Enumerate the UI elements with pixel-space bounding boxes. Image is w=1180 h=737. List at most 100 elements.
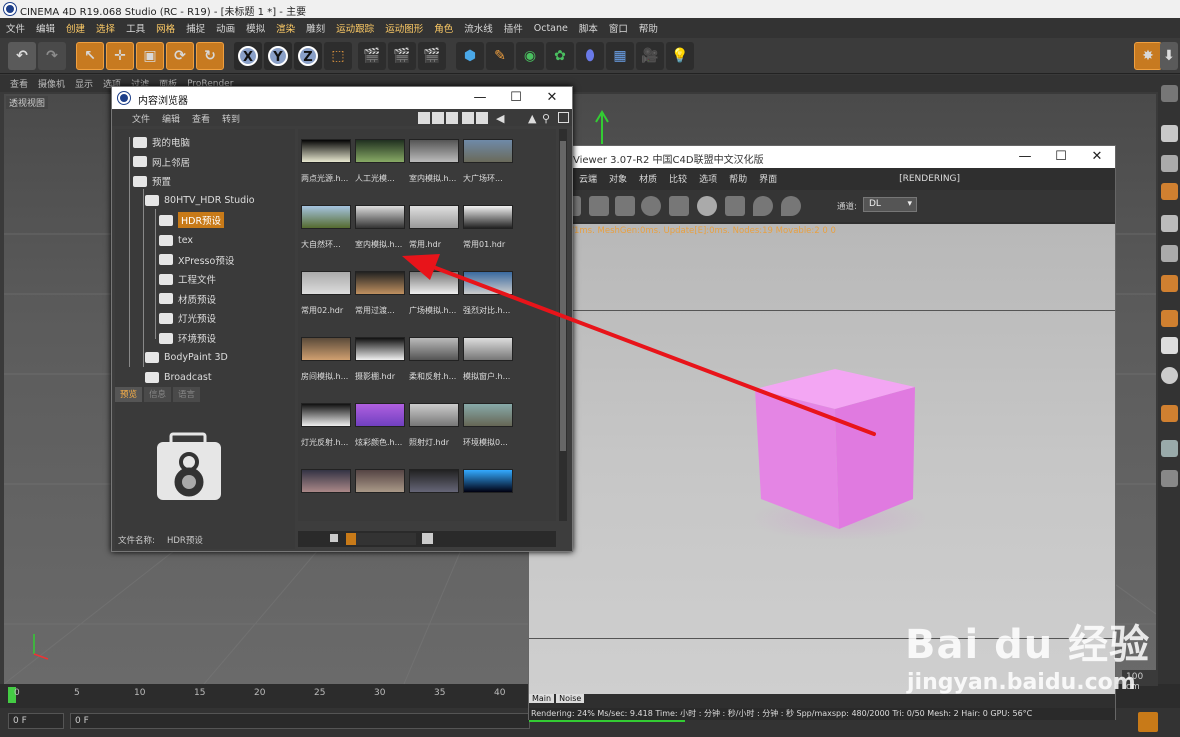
tree-item[interactable]: 80HTV_HDR Studio bbox=[145, 192, 255, 210]
hdr-preset-item[interactable]: 大自然环... bbox=[301, 205, 355, 250]
palette-cube-icon[interactable] bbox=[1161, 125, 1178, 142]
menu-item[interactable]: 插件 bbox=[504, 21, 523, 35]
render-menu-item[interactable]: 选项 bbox=[699, 172, 717, 185]
hdr-preset-item[interactable]: 房间模拟.h... bbox=[301, 337, 355, 382]
hdr-preset-item[interactable]: 炫彩颜色.h... bbox=[355, 403, 409, 448]
browser-maximize-button[interactable]: ☐ bbox=[498, 87, 534, 109]
hdr-preset-item[interactable] bbox=[301, 469, 355, 503]
menu-item[interactable]: 脚本 bbox=[579, 21, 598, 35]
menu-item[interactable]: 渲染 bbox=[276, 21, 295, 35]
array-icon[interactable]: ✿ bbox=[546, 42, 574, 70]
menu-item[interactable]: 模拟 bbox=[246, 21, 265, 35]
hdr-preset-item[interactable]: 人工光模... bbox=[355, 139, 409, 184]
start-frame-field[interactable]: 0 F bbox=[8, 713, 64, 729]
cube-object-icon[interactable]: ⬢ bbox=[456, 42, 484, 70]
tab-language[interactable]: 语言 bbox=[173, 387, 201, 402]
palette-grid-icon[interactable] bbox=[1161, 440, 1178, 457]
hdr-preset-item[interactable] bbox=[463, 469, 517, 503]
render-view-icon[interactable]: 🎬 bbox=[358, 42, 386, 70]
hdr-preset-item[interactable]: 模拟窗户.h... bbox=[463, 337, 517, 382]
tree-item[interactable]: Broadcast bbox=[145, 368, 212, 386]
expand-icon[interactable] bbox=[558, 112, 569, 123]
hdr-preset-item[interactable]: 大广场环... bbox=[463, 139, 517, 184]
deformer-icon[interactable]: ⬮ bbox=[576, 42, 604, 70]
tree-item[interactable]: 灯光预设 bbox=[159, 309, 216, 327]
subdivision-icon[interactable]: ◉ bbox=[516, 42, 544, 70]
current-frame-field[interactable]: 0 F bbox=[70, 713, 530, 729]
hdr-preset-item[interactable]: 环境模拟0... bbox=[463, 403, 517, 448]
browser-menu-item[interactable]: 转到 bbox=[222, 112, 240, 125]
palette-polygons-icon[interactable] bbox=[1161, 215, 1178, 232]
layout-menu-icon[interactable]: ⬇ bbox=[1160, 42, 1178, 70]
menu-item[interactable]: 雕刻 bbox=[306, 21, 325, 35]
recent-tool-icon[interactable]: ↻ bbox=[196, 42, 224, 70]
hdr-preset-item[interactable]: 灯光反射.h... bbox=[301, 403, 355, 448]
move-tool-icon[interactable]: ✛ bbox=[106, 42, 134, 70]
menu-item[interactable]: 文件 bbox=[6, 21, 25, 35]
render-menu-item[interactable]: 帮助 bbox=[729, 172, 747, 185]
tree-item[interactable]: BodyPaint 3D bbox=[145, 349, 228, 367]
render-material-ball-icon[interactable] bbox=[697, 196, 717, 216]
render-restart-icon[interactable] bbox=[615, 196, 635, 216]
render-tab-main[interactable]: Main bbox=[529, 694, 555, 703]
menu-item[interactable]: 创建 bbox=[66, 21, 85, 35]
palette-workplane-icon[interactable] bbox=[1161, 470, 1178, 487]
tab-info[interactable]: 信息 bbox=[144, 387, 172, 402]
render-minimize-button[interactable]: — bbox=[1007, 146, 1043, 168]
palette-brush-icon[interactable] bbox=[1161, 405, 1178, 422]
palette-icon[interactable] bbox=[1161, 85, 1178, 102]
star-icon[interactable] bbox=[476, 112, 488, 124]
menu-item[interactable]: 选择 bbox=[96, 21, 115, 35]
tree-item[interactable]: 材质预设 bbox=[159, 290, 216, 308]
render-menu-item[interactable]: 云端 bbox=[579, 172, 597, 185]
hdr-preset-item[interactable] bbox=[355, 469, 409, 503]
palette-points-icon[interactable] bbox=[1161, 155, 1178, 172]
up-icon[interactable]: ▲ bbox=[528, 112, 536, 125]
hdr-preset-item[interactable]: 室内模拟.h... bbox=[355, 205, 409, 250]
hdr-preset-item[interactable]: 摄影棚.hdr bbox=[355, 337, 409, 382]
tree-item[interactable]: 网上邻居 bbox=[133, 153, 190, 171]
menu-item[interactable]: 工具 bbox=[126, 21, 145, 35]
menu-item[interactable]: 编辑 bbox=[36, 21, 55, 35]
redo-icon[interactable]: ↷ bbox=[38, 42, 66, 70]
trash-icon[interactable] bbox=[446, 112, 458, 124]
render-tab-noise[interactable]: Noise bbox=[556, 694, 585, 703]
tree-item[interactable]: HDR预设 bbox=[159, 211, 225, 229]
edit-icon[interactable] bbox=[418, 112, 430, 124]
browser-menu-item[interactable]: 文件 bbox=[132, 112, 150, 125]
palette-snap-icon[interactable] bbox=[1161, 367, 1178, 384]
browser-menu-item[interactable]: 编辑 bbox=[162, 112, 180, 125]
browser-tree[interactable]: 我的电脑 网上邻居 预置 80HTV_HDR Studio HDR预设 tex XPress… bbox=[115, 129, 295, 424]
browser-close-button[interactable]: ✕ bbox=[534, 87, 570, 109]
browser-scroll-thumb[interactable] bbox=[560, 141, 566, 451]
hdr-preset-item[interactable]: 常用02.hdr bbox=[301, 271, 355, 316]
layout-icon[interactable]: ✸ bbox=[1134, 42, 1162, 70]
viewport-menu-item[interactable]: 显示 bbox=[75, 77, 93, 90]
browser-minimize-button[interactable]: — bbox=[462, 87, 498, 109]
hdr-preset-item[interactable]: 常用过渡... bbox=[355, 271, 409, 316]
content-browser-window[interactable]: 内容浏览器 — ☐ ✕ 文件 编辑 查看 转到 ◀ ▲ ⚲ 我的电脑 网上邻居 预置 80H… bbox=[111, 86, 573, 552]
palette-uv-icon[interactable] bbox=[1161, 245, 1178, 262]
browser-scrollbar[interactable] bbox=[559, 129, 567, 521]
menu-item[interactable]: 流水线 bbox=[464, 21, 493, 35]
menu-item[interactable]: 帮助 bbox=[639, 21, 658, 35]
render-menu-item[interactable]: 比较 bbox=[669, 172, 687, 185]
tree-item[interactable]: 预置 bbox=[133, 172, 171, 190]
render-lock-icon[interactable] bbox=[669, 196, 689, 216]
book-icon[interactable] bbox=[462, 112, 474, 124]
menu-item[interactable]: 运动跟踪 bbox=[336, 21, 374, 35]
render-pick-material-icon[interactable] bbox=[781, 196, 801, 216]
render-region-icon[interactable] bbox=[725, 196, 745, 216]
home-icon[interactable] bbox=[432, 112, 444, 124]
search-icon[interactable]: ⚲ bbox=[542, 112, 550, 125]
channel-select[interactable]: DL ▾ bbox=[863, 197, 917, 212]
floor-icon[interactable]: ▦ bbox=[606, 42, 634, 70]
viewport-menu-item[interactable]: 摄像机 bbox=[38, 77, 65, 90]
scale-tool-icon[interactable]: ▣ bbox=[136, 42, 164, 70]
zoom-slider-handle[interactable] bbox=[346, 533, 356, 545]
browser-item-grid[interactable]: 两点光源.h... 人工光模... 室内模拟.h... 大广场环... 大自然环... 室… bbox=[298, 129, 556, 521]
render-pause-icon[interactable] bbox=[589, 196, 609, 216]
thumbnail-zoom-bar[interactable] bbox=[298, 531, 556, 547]
hdr-preset-item[interactable]: 柔和反射.h... bbox=[409, 337, 463, 382]
browser-menu-item[interactable]: 查看 bbox=[192, 112, 210, 125]
